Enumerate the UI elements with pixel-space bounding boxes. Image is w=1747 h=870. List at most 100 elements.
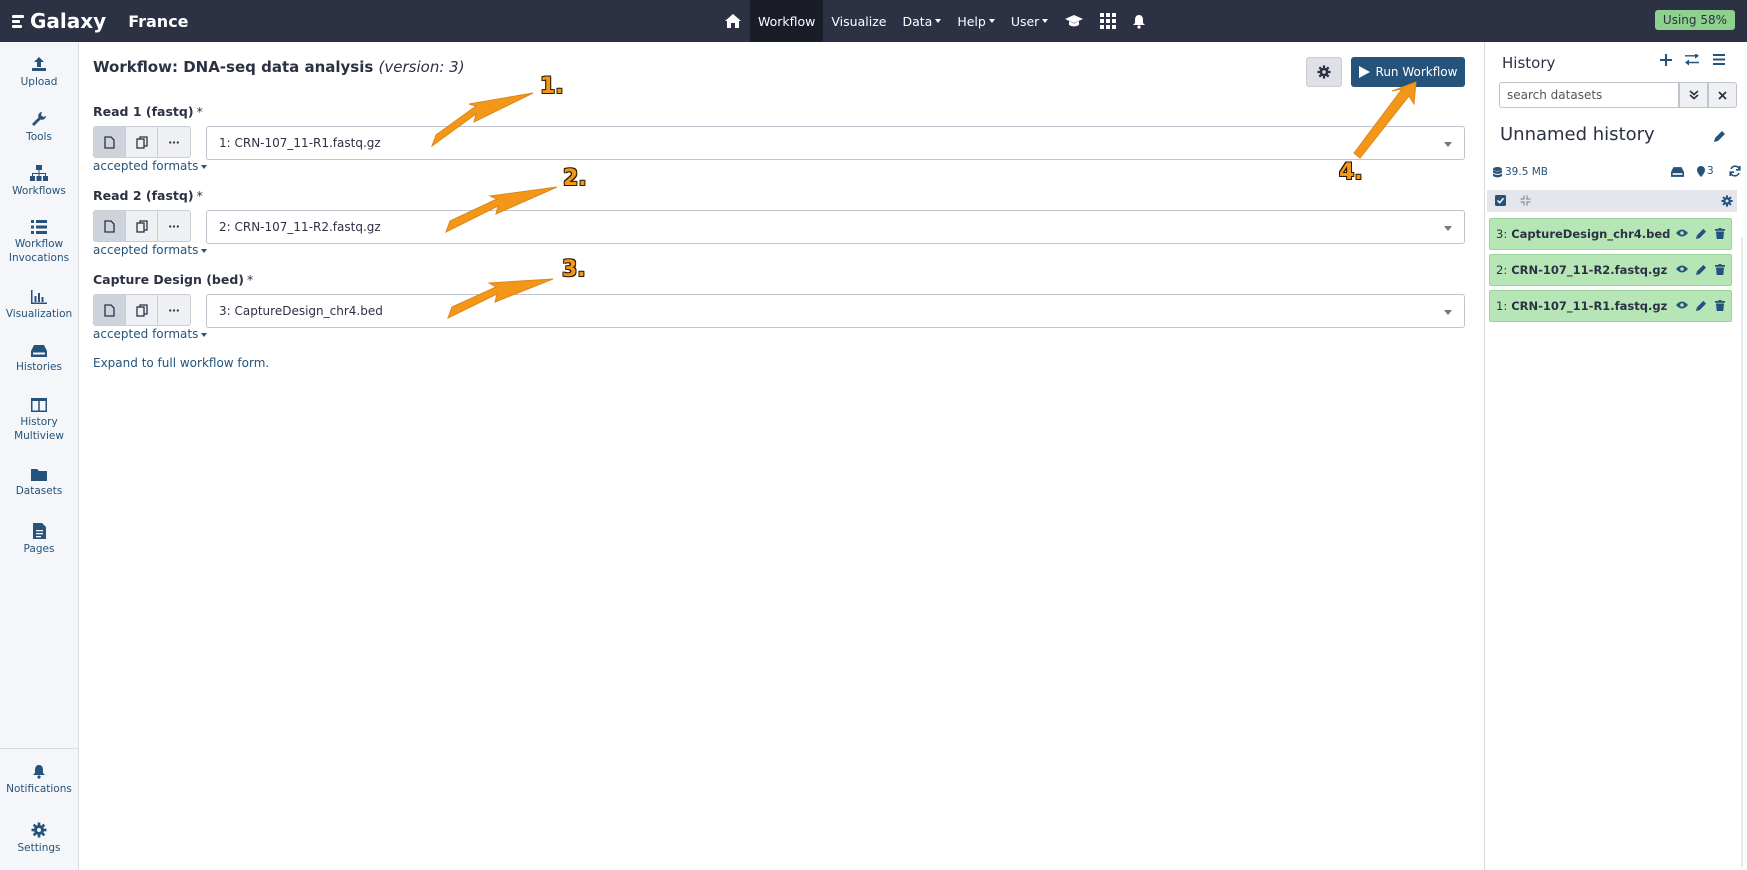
activity-notifications[interactable]: Notifications [0, 764, 78, 796]
select-all-checkbox[interactable] [1495, 195, 1506, 209]
grid-apps-icon[interactable] [1092, 0, 1124, 42]
activity-workflows-label: Workflows [12, 185, 66, 197]
double-chevron-down-icon [1688, 90, 1699, 100]
multiple-datasets-button[interactable] [125, 294, 159, 326]
hdd-icon[interactable] [1671, 166, 1684, 180]
page-title: Workflow: DNA-seq data analysis (version… [93, 58, 465, 76]
copy-icon [135, 135, 148, 149]
trash-icon[interactable] [1715, 300, 1725, 311]
list-icon [31, 220, 47, 234]
input-select-read2[interactable]: 2: CRN-107_11-R2.fastq.gz [206, 210, 1465, 244]
chevron-down-icon [1444, 226, 1452, 231]
input-source-buttons [93, 126, 191, 158]
run-workflow-button[interactable]: Run Workflow [1351, 57, 1465, 87]
trash-icon[interactable] [1715, 264, 1725, 275]
activity-pages-label: Pages [23, 543, 55, 555]
multiple-datasets-button[interactable] [125, 210, 159, 242]
activity-history-multiview[interactable]: History Multiview [0, 398, 78, 443]
activity-tools[interactable]: Tools [0, 111, 78, 144]
dataset-name: CaptureDesign_chr4.bed [1511, 227, 1671, 241]
pencil-icon[interactable] [1696, 264, 1707, 275]
single-dataset-button[interactable] [93, 294, 126, 326]
history-size-label: 39.5 MB [1505, 166, 1548, 178]
annotation-step-3: 3. [562, 257, 586, 282]
nav-workflow[interactable]: Workflow [750, 0, 824, 42]
input-source-buttons [93, 294, 191, 326]
nav-visualize[interactable]: Visualize [823, 0, 894, 42]
activity-invocations-label-2: Invocations [8, 252, 70, 264]
ellipsis-icon [169, 308, 180, 312]
dataset-hid: 3: [1496, 227, 1508, 241]
activity-pages[interactable]: Pages [0, 523, 78, 556]
activity-histories[interactable]: Histories [0, 345, 78, 374]
pencil-icon[interactable] [1714, 130, 1726, 145]
list-item[interactable]: 3: CaptureDesign_chr4.bed [1489, 218, 1732, 250]
advanced-search-button[interactable] [1679, 82, 1708, 108]
eye-icon[interactable] [1676, 300, 1688, 310]
chevron-down-icon [1444, 310, 1452, 315]
workflow-settings-button[interactable] [1306, 57, 1342, 87]
switch-history-icon[interactable] [1685, 53, 1699, 69]
accepted-formats-label: accepted formats [93, 159, 199, 173]
input-select-read1[interactable]: 1: CRN-107_11-R1.fastq.gz [206, 126, 1465, 160]
annotation-step-1: 1. [540, 74, 564, 99]
list-item[interactable]: 1: CRN-107_11-R1.fastq.gz [1489, 290, 1732, 322]
quota-meter[interactable]: Using 58% [1654, 10, 1735, 30]
compress-icon[interactable] [1520, 195, 1531, 209]
activity-multiview-label-2: Multiview [14, 430, 64, 442]
activity-settings[interactable]: Settings [0, 822, 78, 855]
list-item[interactable]: 2: CRN-107_11-R2.fastq.gz [1489, 254, 1732, 286]
trash-icon[interactable] [1715, 228, 1725, 239]
search-datasets-input[interactable]: search datasets [1499, 82, 1679, 108]
accepted-formats-toggle[interactable]: accepted formats [93, 159, 208, 173]
selected-value: 1: CRN-107_11-R1.fastq.gz [219, 136, 381, 150]
single-dataset-button[interactable] [93, 126, 126, 158]
ellipsis-icon [169, 224, 180, 228]
eye-icon[interactable] [1676, 228, 1688, 238]
galaxy-brand[interactable]: Galaxy France [12, 9, 189, 33]
folder-icon [31, 469, 47, 481]
clear-search-button[interactable] [1708, 82, 1737, 108]
chevron-down-icon [935, 19, 942, 23]
bell-icon [33, 765, 45, 779]
activity-visualization[interactable]: Visualization [0, 290, 78, 321]
activity-upload[interactable]: Upload [0, 56, 78, 89]
wrench-icon [32, 112, 46, 126]
pencil-icon[interactable] [1696, 300, 1707, 311]
nav-data[interactable]: Data [894, 0, 949, 42]
activity-workflow-invocations[interactable]: Workflow Invocations [0, 220, 78, 265]
create-history-icon[interactable] [1660, 54, 1672, 69]
map-marker-icon [1697, 165, 1705, 177]
history-name[interactable]: Unnamed history [1500, 124, 1655, 145]
workflow-run-panel: Workflow: DNA-seq data analysis (version… [80, 42, 1483, 870]
home-icon[interactable] [716, 0, 750, 42]
multiple-datasets-button[interactable] [125, 126, 159, 158]
history-scrollbar[interactable] [1741, 237, 1743, 867]
activity-multiview-label-1: History [20, 416, 58, 428]
accepted-formats-label: accepted formats [93, 327, 199, 341]
accepted-formats-toggle[interactable]: accepted formats [93, 243, 208, 257]
nav-help[interactable]: Help [949, 0, 1003, 42]
gear-icon[interactable] [1721, 195, 1733, 210]
pencil-icon[interactable] [1696, 228, 1707, 239]
activity-workflows[interactable]: Workflows [0, 165, 78, 198]
refresh-icon[interactable] [1729, 165, 1741, 180]
more-options-button[interactable] [158, 210, 191, 242]
accepted-formats-toggle[interactable]: accepted formats [93, 327, 208, 341]
history-options-icon[interactable] [1713, 54, 1725, 68]
single-dataset-button[interactable] [93, 210, 126, 242]
eye-icon[interactable] [1676, 264, 1688, 274]
activity-datasets[interactable]: Datasets [0, 468, 78, 498]
bell-icon[interactable] [1124, 0, 1154, 42]
nav-user[interactable]: User [1003, 0, 1057, 42]
selected-value: 3: CaptureDesign_chr4.bed [219, 304, 383, 318]
graduation-cap-icon[interactable] [1056, 0, 1092, 42]
expand-workflow-form-link[interactable]: Expand to full workflow form. [93, 356, 269, 370]
history-size[interactable]: 39.5 MB [1493, 166, 1548, 178]
input-select-capture-design[interactable]: 3: CaptureDesign_chr4.bed [206, 294, 1465, 328]
annotation-step-4: 4. [1339, 160, 1363, 185]
more-options-button[interactable] [158, 126, 191, 158]
upload-icon [32, 57, 46, 71]
history-count[interactable]: 3 [1697, 165, 1714, 177]
more-options-button[interactable] [158, 294, 191, 326]
